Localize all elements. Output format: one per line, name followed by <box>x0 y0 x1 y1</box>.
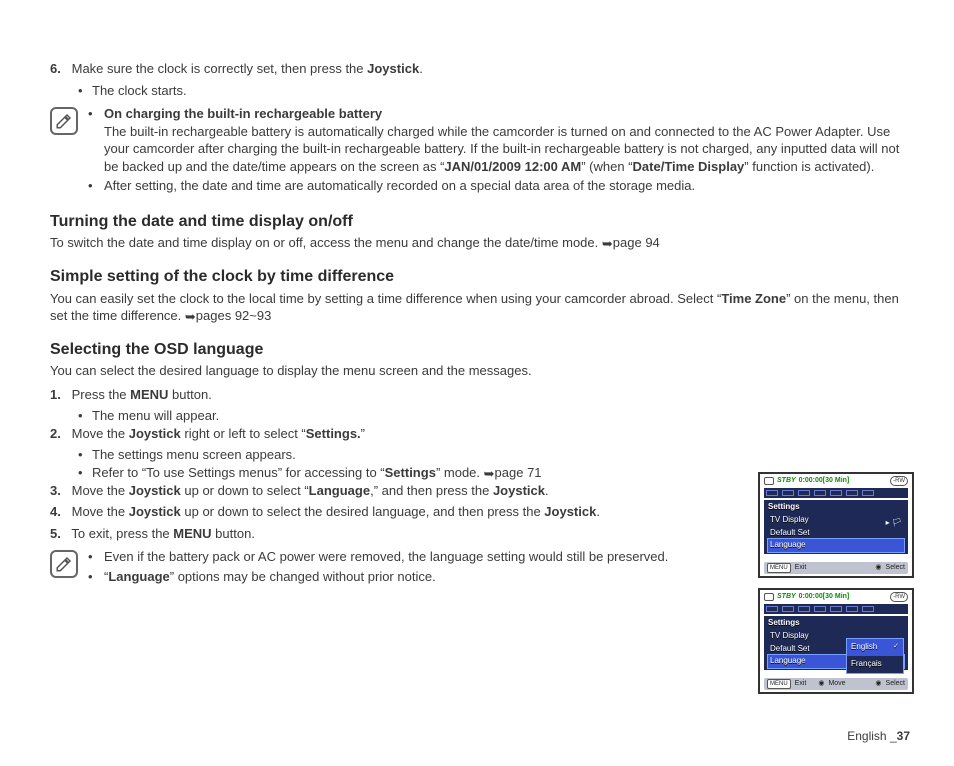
note-battery: On charging the built-in rechargeable ba… <box>50 105 914 197</box>
timecode: 0:00:00[30 Min] <box>799 476 850 485</box>
lang-option-english: English <box>847 639 903 656</box>
footer-language: English <box>847 729 890 743</box>
step-6: 6. Make sure the clock is correctly set,… <box>50 60 914 78</box>
menu-key: MENU <box>767 679 791 689</box>
osd-step-2-sub2: Refer to “To use Settings menus” for acc… <box>92 464 770 482</box>
screen-language-options: STBY 0:00:00[30 Min] -RW Settings TV Dis… <box>758 588 914 694</box>
menu-key: MENU <box>767 563 791 573</box>
joystick-icon: ◉ <box>875 563 881 572</box>
ref-arrow-icon: ➥ <box>484 465 495 483</box>
note2-bullet1: Even if the battery pack or AC power wer… <box>88 548 710 566</box>
language-dropdown: English Français <box>846 638 904 674</box>
select-label: Select <box>886 563 905 572</box>
screen-status-bar: STBY 0:00:00[30 Min] -RW <box>760 590 912 604</box>
osd-step-1: 1. Press the MENU button. <box>50 386 770 404</box>
note-body: On charging the built-in rechargeable ba… <box>88 105 914 197</box>
pencil-icon <box>55 112 73 130</box>
lang-option-francais: Français <box>847 656 903 673</box>
exit-label: Exit <box>795 679 807 688</box>
camera-icon <box>764 593 774 601</box>
timecode: 0:00:00[30 Min] <box>799 592 850 601</box>
osd-step-5: 5. To exit, press the MENU button. <box>50 525 770 543</box>
osd-step-2-sub1: The settings menu screen appears. <box>92 446 770 464</box>
heading-osd-language: Selecting the OSD language <box>50 339 914 361</box>
screen-settings-language: STBY 0:00:00[30 Min] -RW Settings TV Dis… <box>758 472 914 578</box>
note1-bullet1: On charging the built-in rechargeable ba… <box>88 105 914 175</box>
secA-body: To switch the date and time display on o… <box>50 234 914 252</box>
secC-intro: You can select the desired language to d… <box>50 362 914 380</box>
stby-label: STBY <box>777 592 796 601</box>
disc-rw-badge: -RW <box>890 592 908 602</box>
panel-header: Settings <box>768 502 904 513</box>
screen-footer: MENU Exit ◉ Select <box>764 562 908 574</box>
note1-bullet2: After setting, the date and time are aut… <box>88 177 914 195</box>
page-number: 37 <box>897 729 910 743</box>
ref-arrow-icon: ➥ <box>185 308 196 326</box>
step-6-sub: The clock starts. <box>92 82 914 100</box>
screen-footer: MENU Exit ◉ Move ◉ Select <box>764 678 908 690</box>
note-language: Even if the battery pack or AC power wer… <box>50 548 710 587</box>
screen-tabbar <box>764 604 908 614</box>
heading-date-time-display: Turning the date and time display on/off <box>50 211 914 233</box>
step-6-text: Make sure the clock is correctly set, th… <box>72 61 423 76</box>
disc-rw-badge: -RW <box>890 476 908 486</box>
select-label: Select <box>886 679 905 688</box>
camera-icon <box>764 477 774 485</box>
step-6-number: 6. <box>50 60 68 78</box>
heading-time-difference: Simple setting of the clock by time diff… <box>50 266 914 288</box>
language-flag-icon: ▸ 🏳 <box>886 518 902 529</box>
secB-body: You can easily set the clock to the loca… <box>50 290 914 325</box>
page-footer: English _37 <box>847 728 910 744</box>
menu-tv-display: TV Display <box>768 514 904 527</box>
menu-language-selected: Language <box>768 539 904 552</box>
exit-label: Exit <box>795 563 807 572</box>
screen-panel: Settings TV Display Default Set Language… <box>764 500 908 554</box>
joystick-icon: ◉ <box>875 679 881 688</box>
page: 6. Make sure the clock is correctly set,… <box>0 0 954 766</box>
screen-tabbar <box>764 488 908 498</box>
screen-illustrations: STBY 0:00:00[30 Min] -RW Settings TV Dis… <box>758 472 914 704</box>
osd-step-3: 3. Move the Joystick up or down to selec… <box>50 482 770 500</box>
menu-default-set: Default Set <box>768 527 904 540</box>
osd-step-4: 4. Move the Joystick up or down to selec… <box>50 503 770 521</box>
stby-label: STBY <box>777 476 796 485</box>
note-icon <box>50 550 78 578</box>
osd-steps: 1. Press the MENU button. The menu will … <box>50 386 770 587</box>
screen-status-bar: STBY 0:00:00[30 Min] -RW <box>760 474 912 488</box>
note2-body: Even if the battery pack or AC power wer… <box>88 548 710 587</box>
note-icon <box>50 107 78 135</box>
osd-step-1-sub: The menu will appear. <box>92 407 770 425</box>
panel-header: Settings <box>768 618 904 629</box>
ref-arrow-icon: ➥ <box>602 235 613 253</box>
note2-bullet2: “Language” options may be changed withou… <box>88 568 710 586</box>
joystick-icon: ◉ <box>818 679 824 688</box>
osd-step-2: 2. Move the Joystick right or left to se… <box>50 425 770 443</box>
pencil-icon <box>55 555 73 573</box>
move-label: Move <box>828 679 845 688</box>
